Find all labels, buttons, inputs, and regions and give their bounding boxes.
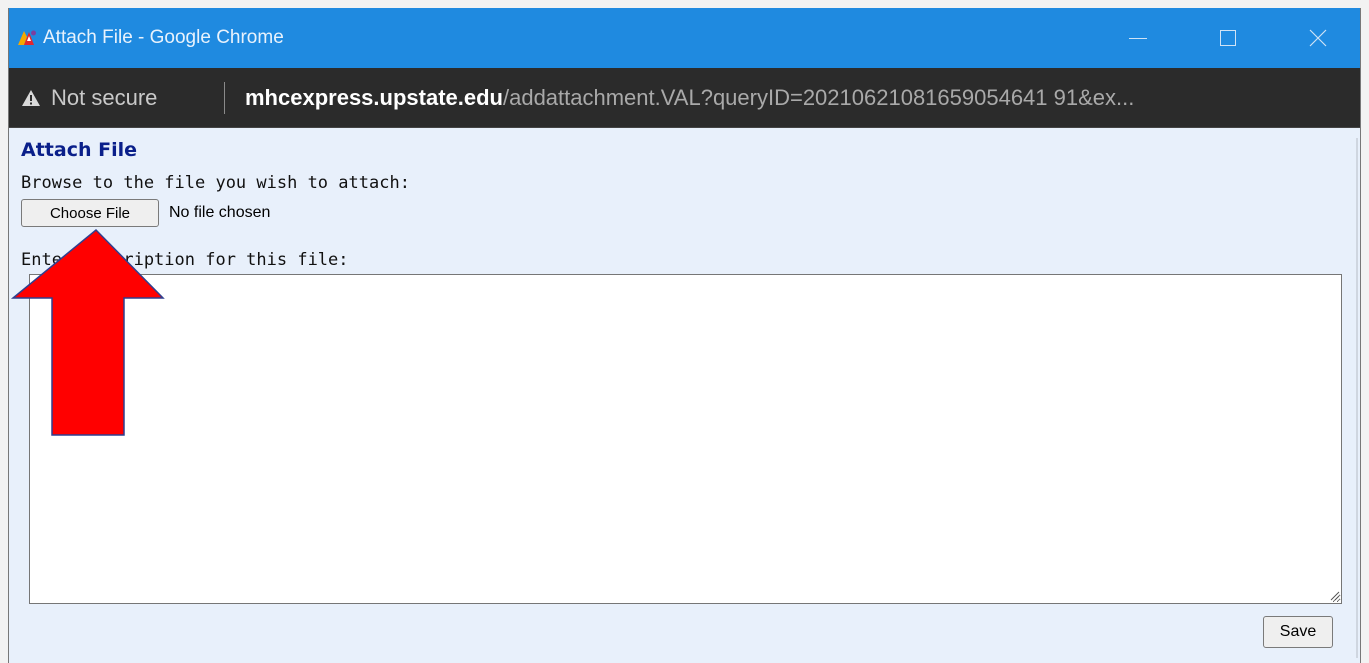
page-title: Attach File (21, 139, 137, 161)
maximize-icon (1220, 30, 1236, 46)
choose-file-button[interactable]: Choose File (21, 199, 159, 227)
minimize-icon (1129, 37, 1147, 39)
page-content: Attach File Browse to the file you wish … (9, 128, 1360, 663)
file-status-text: No file chosen (169, 204, 271, 221)
save-button[interactable]: Save (1263, 616, 1333, 648)
url-text[interactable]: mhcexpress.upstate.edu/addattachment.VAL… (245, 84, 1134, 112)
title-bar[interactable]: Attach File - Google Chrome (9, 8, 1360, 68)
scrollbar-edge[interactable] (1356, 138, 1358, 658)
description-label: Enter description for this file: (21, 250, 349, 270)
security-status[interactable]: Not secure (51, 84, 157, 112)
url-host: mhcexpress.upstate.edu (245, 85, 503, 110)
address-bar[interactable]: Not secure mhcexpress.upstate.edu/addatt… (9, 68, 1360, 128)
warning-triangle-icon[interactable] (21, 89, 41, 107)
address-separator (224, 82, 225, 114)
description-textarea[interactable] (29, 274, 1342, 604)
resize-grip-icon[interactable] (1328, 589, 1340, 601)
window-title: Attach File - Google Chrome (43, 27, 284, 48)
app-logo-icon (18, 30, 36, 45)
close-icon (1309, 29, 1327, 47)
maximize-button[interactable] (1198, 8, 1258, 68)
close-button[interactable] (1288, 8, 1348, 68)
url-path: /addattachment.VAL?queryID=2021062108165… (502, 85, 1135, 110)
chrome-popup-window: Attach File - Google Chrome Not secure m… (8, 8, 1361, 663)
minimize-button[interactable] (1108, 8, 1168, 68)
browse-label: Browse to the file you wish to attach: (21, 173, 410, 193)
